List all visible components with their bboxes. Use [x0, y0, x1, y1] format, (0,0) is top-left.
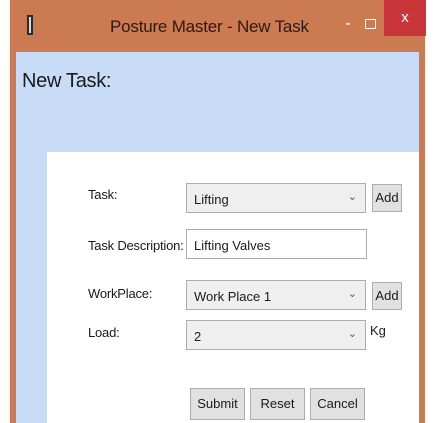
page-title: New Task:: [22, 70, 112, 92]
task-select-value: Lifting: [194, 192, 229, 207]
load-select-value: 2: [194, 329, 202, 344]
workplace-select[interactable]: Work Place 1 ⌄: [186, 280, 366, 310]
add-task-button[interactable]: Add: [372, 184, 402, 212]
load-unit: Kg: [370, 323, 386, 338]
minimize-button[interactable]: -: [340, 14, 356, 34]
task-select[interactable]: Lifting ⌄: [186, 183, 366, 213]
close-button[interactable]: x: [384, 0, 426, 36]
task-label: Task:: [88, 187, 118, 202]
reset-button[interactable]: Reset: [250, 388, 305, 420]
cancel-button[interactable]: Cancel: [310, 388, 365, 420]
workplace-label: WorkPlace:: [88, 286, 153, 301]
submit-button[interactable]: Submit: [190, 388, 245, 420]
task-description-field[interactable]: Lifting Valves: [186, 229, 367, 259]
app-icon: [27, 15, 33, 35]
load-select[interactable]: 2 ⌄: [186, 320, 366, 350]
maximize-button[interactable]: [362, 14, 378, 34]
task-description-label: Task Description:: [88, 238, 184, 253]
chevron-down-icon: ⌄: [347, 191, 357, 203]
chevron-down-icon: ⌄: [347, 328, 357, 340]
add-workplace-button[interactable]: Add: [372, 282, 402, 310]
task-description-value: Lifting Valves: [194, 238, 271, 253]
window-title: Posture Master - New Task: [110, 17, 309, 36]
chevron-down-icon: ⌄: [347, 288, 357, 300]
workplace-select-value: Work Place 1: [194, 289, 272, 304]
load-label: Load:: [88, 325, 120, 340]
